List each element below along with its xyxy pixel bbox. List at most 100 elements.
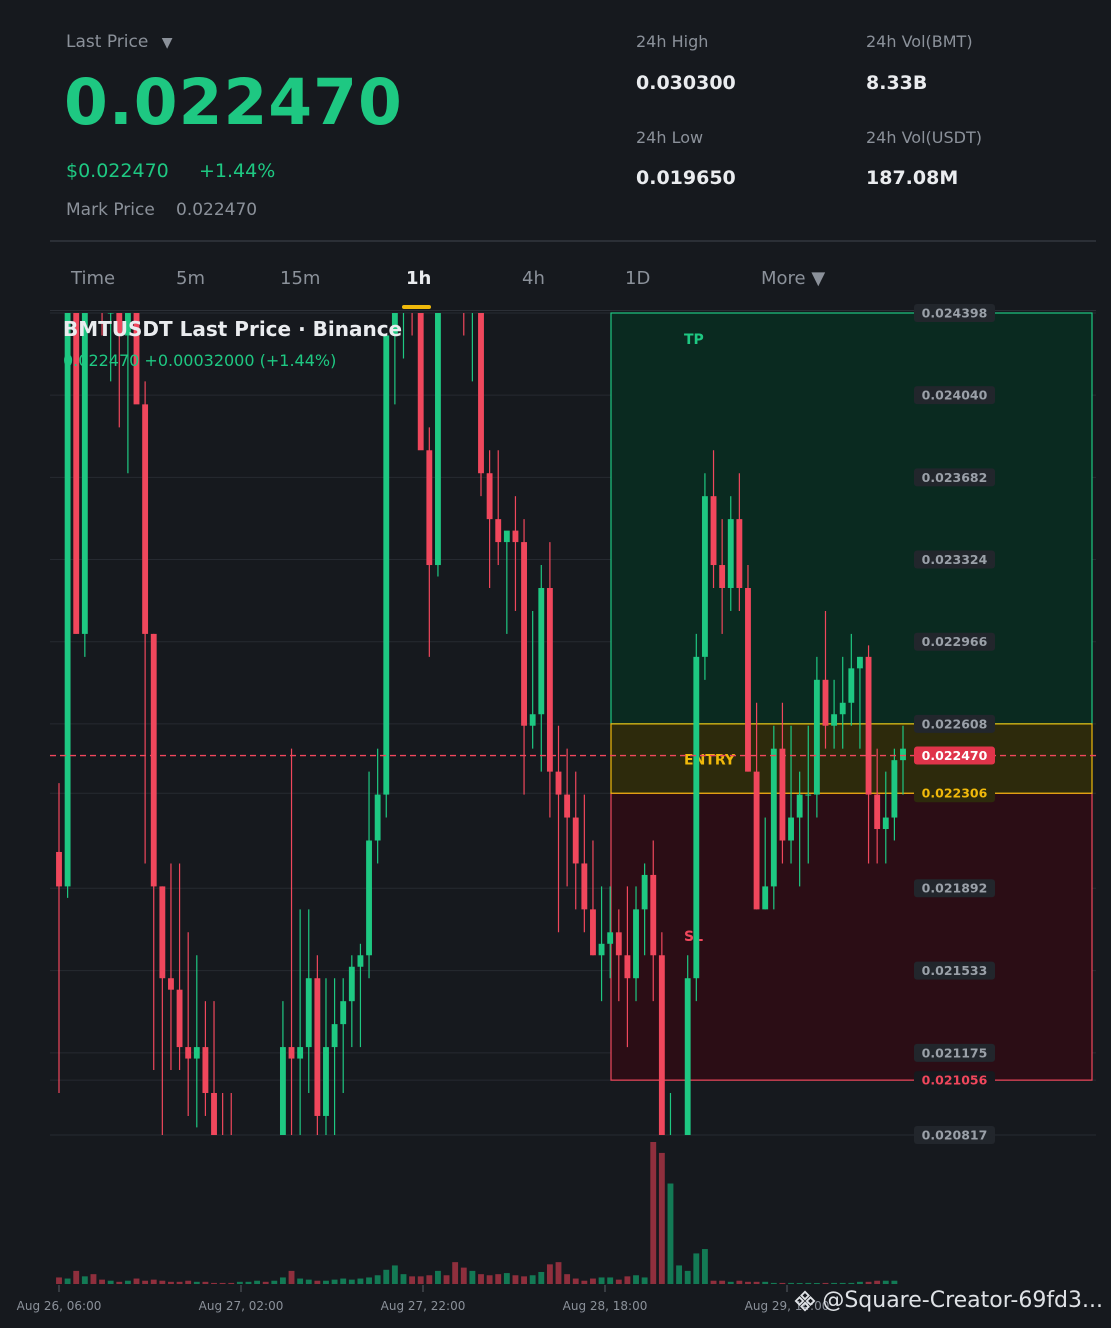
volume-bar — [874, 1280, 881, 1284]
candle-body — [572, 817, 579, 864]
volume-bar — [495, 1274, 502, 1284]
candle-body — [340, 1001, 347, 1025]
candle-body — [435, 313, 441, 566]
candle-body — [736, 519, 743, 588]
volume-bar — [400, 1274, 407, 1284]
y-tick-label: 0.020817 — [922, 1128, 988, 1143]
watermark-text: @Square-Creator-69fd3... — [822, 1288, 1103, 1313]
candle-body — [512, 530, 519, 543]
x-axis-labels: Aug 26, 06:00 Aug 27, 02:00 Aug 27, 22:00 A… — [17, 1285, 829, 1313]
volume-bar — [443, 1275, 450, 1284]
candle-body — [91, 129, 97, 244]
volume-bar — [753, 1281, 760, 1284]
binance-logo-icon — [794, 1290, 816, 1311]
volume-bar — [805, 1282, 812, 1284]
volume-bar — [607, 1277, 614, 1284]
candle-body — [426, 450, 433, 566]
candle-body — [546, 587, 553, 772]
candle-body — [581, 863, 588, 910]
volume-bar — [839, 1282, 846, 1284]
creator-watermark: @Square-Creator-69fd3... — [794, 1288, 1103, 1313]
volume-bar — [848, 1282, 855, 1284]
candle-body — [357, 955, 364, 967]
candle-body — [331, 1024, 338, 1048]
candle-body — [607, 932, 614, 944]
candle-body — [831, 714, 838, 726]
volume-bar — [633, 1275, 639, 1284]
candle-body — [779, 748, 786, 841]
candle-body — [745, 587, 751, 772]
volume-bar — [202, 1281, 209, 1284]
volume-bar — [374, 1275, 381, 1284]
candle-body — [461, 267, 467, 290]
volume-bar — [693, 1253, 700, 1284]
volume-bar — [64, 1278, 71, 1284]
candle-body — [555, 771, 562, 795]
volume-bar — [176, 1281, 183, 1284]
y-tick-label: 0.022966 — [922, 634, 988, 649]
volume-bar — [667, 1183, 674, 1284]
volume-bar — [788, 1282, 794, 1284]
candle-body — [409, 267, 415, 290]
volume-bar — [727, 1281, 734, 1284]
volume-bar — [409, 1276, 416, 1284]
chart-subtitle: 0.022470 +0.00032000 (+1.44%) — [63, 351, 337, 370]
volume-bar — [314, 1280, 321, 1284]
volume-bar — [564, 1274, 571, 1284]
volume-bar — [211, 1282, 217, 1284]
volume-bar — [736, 1280, 743, 1284]
candle-body — [374, 794, 381, 841]
candle-body — [185, 1047, 192, 1059]
volume-bar — [159, 1280, 166, 1284]
candle-body — [279, 1047, 286, 1135]
candle-body — [383, 335, 390, 795]
volume-bar — [891, 1280, 898, 1284]
tp-label: TP — [684, 332, 704, 348]
candle-body — [770, 748, 777, 887]
volume-bar — [288, 1270, 295, 1284]
y-tick-label: 0.021533 — [922, 963, 988, 978]
x-axis-label: Aug 27, 02:00 — [199, 1299, 284, 1313]
volume-bar — [745, 1281, 751, 1284]
volume-bar — [538, 1271, 545, 1284]
candle-body — [246, 1231, 252, 1254]
volume-bar — [486, 1275, 493, 1284]
volume-bar — [391, 1265, 398, 1284]
volume-bar — [650, 1142, 657, 1284]
volume-bar — [305, 1279, 312, 1284]
candle-body — [650, 874, 657, 956]
candle-body — [495, 519, 502, 543]
volume-bar — [435, 1270, 441, 1284]
candle-body — [805, 794, 812, 796]
candle-body — [288, 1047, 295, 1059]
volume-bar — [684, 1270, 691, 1284]
volume-bar — [99, 1279, 105, 1284]
volume-bar — [150, 1279, 157, 1284]
volume-bar — [271, 1280, 278, 1284]
candlestick-chart[interactable]: TPENTRYSL 0.0243980.0240400.0236820.0233… — [0, 0, 1111, 1328]
y-tick-label: 0.022306 — [922, 786, 988, 801]
candle-body — [314, 978, 321, 1116]
volume-bar — [822, 1282, 829, 1284]
volume-bar — [90, 1274, 97, 1284]
volume-bar — [529, 1275, 536, 1284]
volume-bar — [701, 1249, 708, 1284]
volume-bar — [590, 1278, 596, 1284]
last-price-tag: 0.022470 — [922, 748, 988, 763]
volume-bar — [503, 1273, 510, 1284]
volume-bar — [796, 1283, 803, 1284]
candle-body — [633, 909, 639, 979]
candle-body — [719, 565, 726, 588]
candle-body — [693, 656, 700, 979]
volume-bar — [676, 1265, 683, 1284]
candle-body — [220, 1162, 226, 1254]
candle-body — [99, 244, 105, 313]
volume-bar — [262, 1281, 269, 1284]
candle-body — [788, 817, 794, 841]
candle-body — [564, 794, 571, 818]
candle-body — [56, 851, 62, 887]
volume-bar — [831, 1282, 838, 1284]
candle-body — [263, 1208, 269, 1219]
candle-body — [598, 943, 605, 956]
volume-bar — [185, 1280, 192, 1284]
